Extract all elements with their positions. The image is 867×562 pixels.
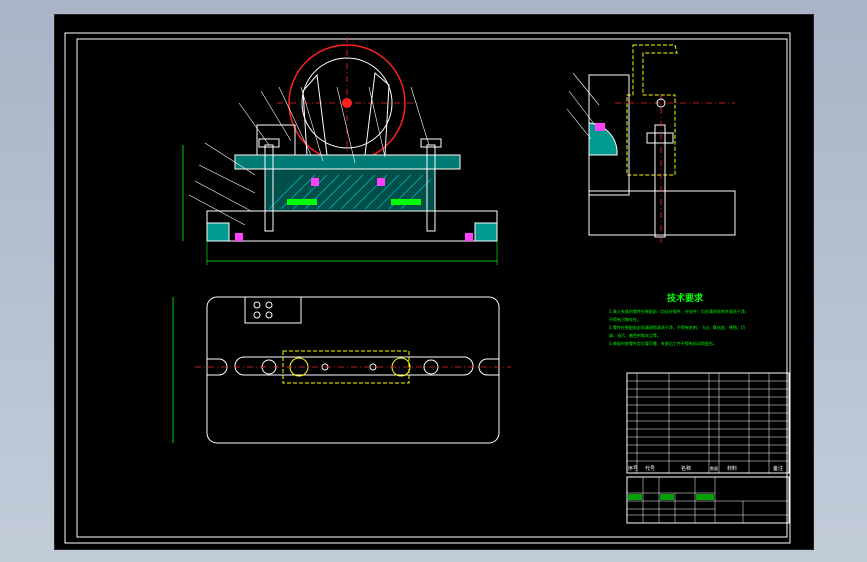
green-insert-left	[287, 199, 317, 205]
nut-right	[420, 138, 442, 148]
cad-viewport[interactable]: 技术要求 1.装入夹具的零件在装配前（包括外购件、外协件）均应清除毛刺并清洗干净…	[54, 14, 814, 550]
wheel-spoke-left	[302, 73, 328, 156]
side-stud	[654, 124, 666, 238]
bom-header-code: 代号	[645, 465, 655, 472]
front-view	[182, 37, 498, 265]
small-plate	[244, 296, 302, 324]
bom-rows	[627, 373, 789, 473]
side-view	[566, 44, 736, 243]
base-foot-left	[206, 222, 230, 242]
side-nut	[646, 132, 674, 144]
bom-outer	[626, 372, 790, 474]
sheet-inner-border	[76, 38, 788, 538]
red-pin-left	[311, 178, 319, 186]
bom-table: 序号 代号 名称 数量 材料 备注	[626, 372, 790, 474]
nut-left	[258, 138, 280, 148]
tech-req-line-5: 3.装配时各零件定位要可靠，夹紧后工件不得有松动和变形。	[609, 340, 717, 346]
side-pin	[595, 123, 605, 131]
small-plate-hole-4	[265, 311, 273, 319]
red-pin-right	[377, 178, 385, 186]
fixture-drawing: 技术要求 1.装入夹具的零件在装配前（包括外购件、外协件）均应清除毛刺并清洗干净…	[64, 32, 791, 544]
bom-header-remark: 备注	[773, 465, 783, 472]
small-plate-hole-1	[253, 301, 261, 309]
tech-req-line-4: 屑、油污、着色剂和灰尘等。	[609, 332, 661, 338]
tech-req-line-1: 1.装入夹具的零件在装配前（包括外购件、外协件）均应清除毛刺并清洗干净，	[609, 308, 749, 314]
title-block	[626, 476, 790, 524]
title-cell-green-3	[696, 494, 714, 500]
bom-header-material: 材料	[727, 465, 737, 472]
green-insert-right	[391, 199, 421, 205]
side-base	[588, 190, 736, 236]
small-plate-hole-3	[253, 311, 261, 319]
bom-header-qty: 数量	[710, 465, 718, 471]
top-view	[172, 296, 511, 444]
title-cell-green-2	[660, 494, 674, 500]
technical-requirements: 技术要求 1.装入夹具的零件在装配前（包括外购件、外协件）均应清除毛刺并清洗干净…	[609, 292, 749, 346]
title-cell-green-1	[628, 494, 642, 500]
tech-req-title: 技术要求	[667, 292, 704, 304]
foot-pin-left	[235, 233, 243, 241]
tech-req-line-3: 2.零件在装配前必须清理和清洗干净，不得有毛刺、飞边、氧化皮、锈蚀、切	[609, 324, 745, 330]
tech-req-line-2: 不得有污物存在。	[609, 316, 641, 322]
side-support	[256, 124, 296, 156]
bom-header-no: 序号	[628, 465, 638, 472]
foot-pin-right	[465, 233, 473, 241]
base-foot-right	[474, 222, 498, 242]
top-view-base	[206, 296, 500, 444]
top-plate	[234, 154, 461, 170]
bom-header-name: 名称	[681, 465, 691, 472]
base-plate	[206, 210, 498, 242]
clamp-arm-outline	[626, 44, 678, 176]
small-plate-hole-2	[265, 301, 273, 309]
